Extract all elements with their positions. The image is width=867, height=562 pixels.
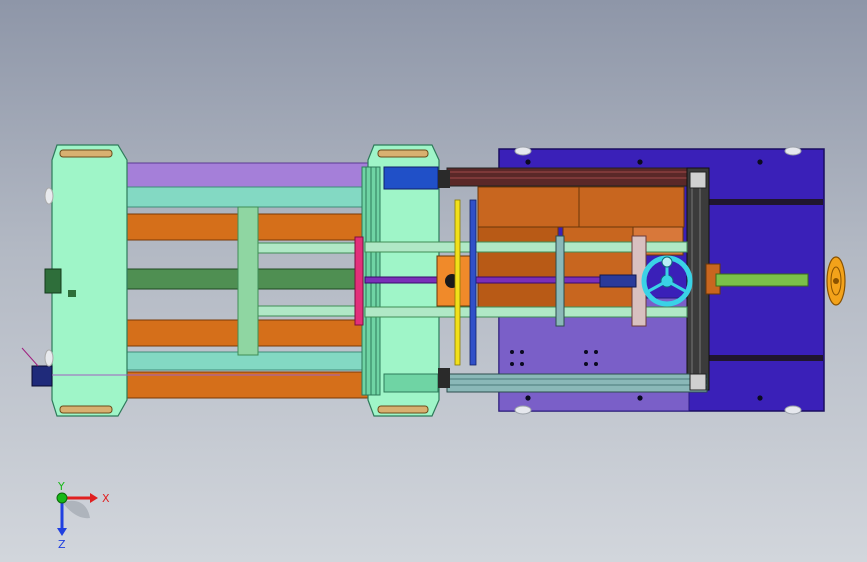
coordinate-triad-icon: X Y Z bbox=[56, 480, 110, 550]
rod-teal-top bbox=[119, 186, 369, 208]
axis-label-y: Y bbox=[57, 480, 65, 493]
axis-label-z: Z bbox=[58, 538, 66, 550]
handwheel-end-icon[interactable] bbox=[826, 256, 846, 306]
axis-label-x: X bbox=[102, 492, 110, 505]
rail-top bbox=[705, 199, 823, 205]
rail-bottom bbox=[705, 355, 823, 361]
injection-block[interactable] bbox=[436, 199, 477, 366]
tie-bars[interactable] bbox=[364, 235, 688, 327]
rod-orange-3 bbox=[119, 371, 369, 399]
cad-viewport[interactable] bbox=[0, 0, 867, 562]
lead-screw bbox=[715, 273, 809, 287]
pink-clamp[interactable] bbox=[354, 236, 364, 326]
rod-purple bbox=[119, 162, 369, 188]
